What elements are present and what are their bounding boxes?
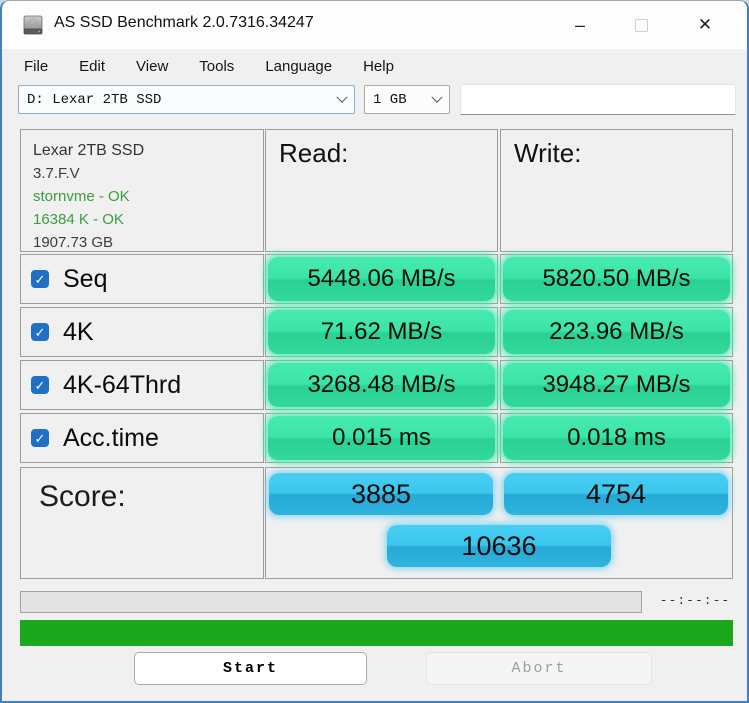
4k-64thrd-write-cell: 3948.27 MB/s [500,360,733,410]
maximize-button[interactable] [620,7,662,43]
window-title: AS SSD Benchmark 2.0.7316.34247 [54,14,314,32]
check-icon: ✓ [35,273,46,286]
check-icon: ✓ [35,326,46,339]
menu-view[interactable]: View [136,58,168,75]
test-row-seq: ✓ Seq [20,254,264,304]
close-icon: ✕ [698,15,712,35]
seq-label: Seq [63,265,107,294]
score-write-value: 4754 [504,473,728,515]
4k-64thrd-read-cell: 3268.48 MB/s [265,360,498,410]
4k-write-value: 223.96 MB/s [503,310,730,354]
acctime-label: Acc.time [63,424,159,453]
start-button[interactable]: Start [134,652,367,685]
menu-edit[interactable]: Edit [79,58,105,75]
4k-64thrd-label: 4K-64Thrd [63,371,181,400]
drive-name: Lexar 2TB SSD [33,139,251,162]
4k-read-value: 71.62 MB/s [268,310,495,354]
4k-write-cell: 223.96 MB/s [500,307,733,357]
menu-help[interactable]: Help [363,58,394,75]
abort-button[interactable]: Abort [426,652,652,685]
4k-64thrd-checkbox[interactable]: ✓ [31,376,49,394]
seq-checkbox[interactable]: ✓ [31,270,49,288]
test-row-acctime: ✓ Acc.time [20,413,264,463]
overall-status-bar [20,620,733,646]
chevron-down-icon [336,91,347,102]
menu-language[interactable]: Language [265,58,332,75]
4k-label: 4K [63,318,94,347]
driver-status: stornvme - OK [33,185,251,208]
4k-64thrd-read-value: 3268.48 MB/s [268,363,495,407]
alignment-status: 16384 K - OK [33,208,251,231]
score-label: Score: [20,467,264,579]
minimize-icon: – [575,15,585,36]
write-column-header: Write: [500,129,733,252]
seq-write-cell: 5820.50 MB/s [500,254,733,304]
acctime-write-value: 0.018 ms [503,416,730,460]
score-total-value: 10636 [387,525,611,567]
app-window: AS SSD Benchmark 2.0.7316.34247 – ✕ File… [0,0,749,703]
4k-64thrd-write-value: 3948.27 MB/s [503,363,730,407]
seq-read-value: 5448.06 MB/s [268,257,495,301]
close-button[interactable]: ✕ [684,7,726,43]
menu-bar: File Edit View Tools Language Help [2,49,747,83]
4k-checkbox[interactable]: ✓ [31,323,49,341]
acctime-checkbox[interactable]: ✓ [31,429,49,447]
hard-drive-icon [21,13,45,37]
test-row-4k: ✓ 4K [20,307,264,357]
acctime-read-value: 0.015 ms [268,416,495,460]
minimize-button[interactable]: – [559,7,601,43]
acctime-write-cell: 0.018 ms [500,413,733,463]
drive-firmware: 3.7.F.V [33,162,251,185]
menu-tools[interactable]: Tools [199,58,234,75]
maximize-icon [635,19,648,32]
4k-read-cell: 71.62 MB/s [265,307,498,357]
score-read-value: 3885 [269,473,493,515]
time-remaining: --:--:-- [652,593,738,608]
test-size-select[interactable]: 1 GB [364,85,450,114]
menu-file[interactable]: File [24,58,48,75]
progress-bar [20,591,642,613]
acctime-read-cell: 0.015 ms [265,413,498,463]
test-row-4k64thrd: ✓ 4K-64Thrd [20,360,264,410]
drive-info-panel: Lexar 2TB SSD 3.7.F.V stornvme - OK 1638… [20,129,264,252]
seq-read-cell: 5448.06 MB/s [265,254,498,304]
test-size-value: 1 GB [373,92,407,108]
drive-select-value: D: Lexar 2TB SSD [27,92,161,108]
drive-capacity: 1907.73 GB [33,231,251,254]
title-bar: AS SSD Benchmark 2.0.7316.34247 – ✕ [2,1,747,49]
read-column-header: Read: [265,129,498,252]
check-icon: ✓ [35,432,46,445]
check-icon: ✓ [35,379,46,392]
seq-write-value: 5820.50 MB/s [503,257,730,301]
status-field[interactable] [460,84,736,115]
chevron-down-icon [431,91,442,102]
drive-select[interactable]: D: Lexar 2TB SSD [18,85,355,114]
